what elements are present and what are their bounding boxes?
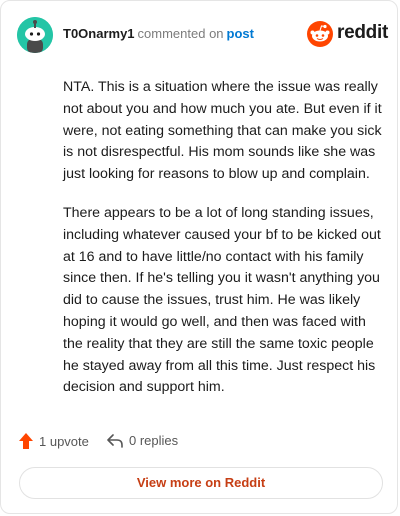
commented-on-text: commented on [137, 26, 224, 41]
comment-header: T0Onarmy1 commented on post reddit [15, 15, 388, 55]
arrow-up-icon [19, 433, 33, 449]
username-link[interactable]: T0Onarmy1 [63, 26, 135, 41]
view-more-button[interactable]: View more on Reddit [19, 467, 383, 499]
reddit-logo-icon [307, 21, 333, 47]
reply-count: 0 replies [129, 433, 179, 448]
comment-meta: T0Onarmy1 commented on post [63, 26, 254, 41]
upvote-count: 1 upvote [39, 433, 89, 449]
reply-arrow-icon [107, 433, 123, 448]
comment-paragraph: NTA. This is a situation where the issue… [63, 79, 382, 183]
post-link[interactable]: post [227, 26, 254, 41]
upvote-button[interactable]: 1 upvote [19, 433, 89, 449]
reddit-wordmark: reddit [337, 22, 388, 43]
comment-body: NTA. This is a situation where the issue… [63, 77, 389, 416]
reddit-logo[interactable]: reddit [307, 19, 388, 49]
embedded-comment-card: T0Onarmy1 commented on post reddit NTA. Th… [0, 0, 398, 514]
snoo-avatar-icon [17, 17, 53, 53]
user-avatar[interactable] [17, 17, 53, 53]
comment-paragraph: There appears to be a lot of long standi… [63, 204, 381, 396]
replies-button[interactable]: 0 replies [107, 433, 178, 448]
